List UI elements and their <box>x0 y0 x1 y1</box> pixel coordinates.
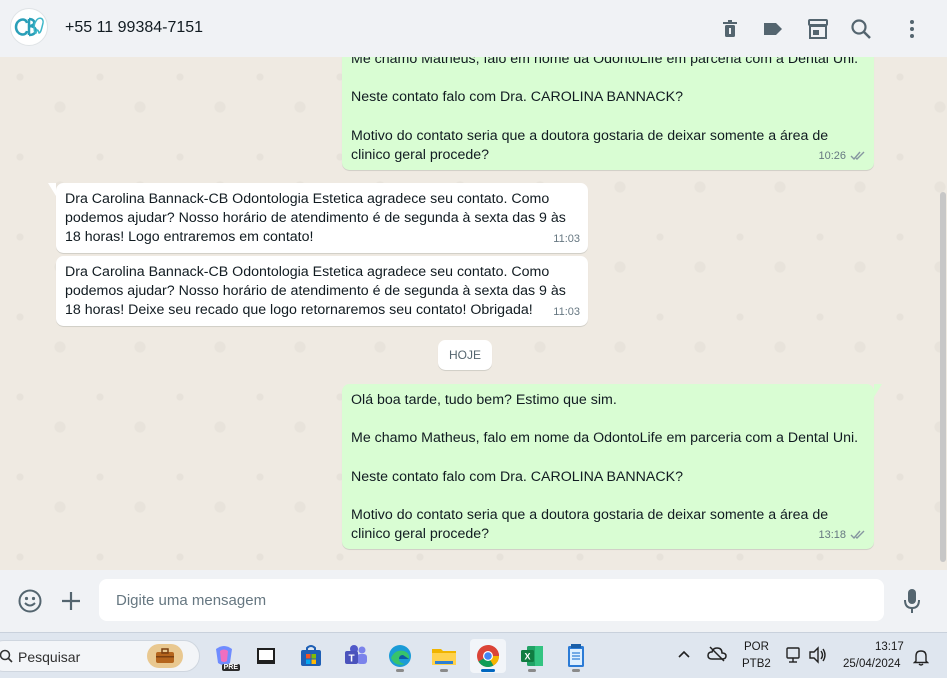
chat-header: +55 11 99384-7151 <box>0 0 947 57</box>
search-label: Pesquisar <box>18 649 81 665</box>
message-input[interactable] <box>99 579 884 621</box>
teams-icon[interactable]: T <box>338 639 374 673</box>
file-explorer-icon[interactable] <box>426 639 462 673</box>
double-check-icon <box>850 530 865 540</box>
message-meta: 11:03 <box>553 303 580 322</box>
keyboard-layout-indicator[interactable]: PTB2 <box>742 658 771 670</box>
running-indicator <box>440 669 448 672</box>
microphone-icon[interactable] <box>897 586 927 616</box>
chevron-up-icon[interactable] <box>677 647 691 666</box>
running-indicator <box>572 669 580 672</box>
message-time: 10:26 <box>818 149 846 162</box>
bubble-tail <box>48 183 56 196</box>
svg-text:X: X <box>524 652 530 662</box>
avatar-logo-icon <box>14 17 44 37</box>
copilot-icon[interactable]: PRE <box>206 639 242 673</box>
running-indicator <box>528 669 536 672</box>
message-composer <box>0 570 947 632</box>
running-indicator <box>396 669 404 672</box>
excel-icon[interactable]: X <box>514 639 550 673</box>
label-icon[interactable] <box>758 14 788 44</box>
notification-bell-icon[interactable] <box>912 648 930 671</box>
double-check-icon <box>850 151 865 161</box>
network-icon[interactable] <box>785 646 803 669</box>
bubble-tail <box>874 384 882 397</box>
message-meta: 13:18 <box>818 526 866 545</box>
edge-icon[interactable] <box>382 639 418 673</box>
notepad-icon[interactable] <box>558 639 594 673</box>
microsoft-store-icon[interactable] <box>293 639 329 673</box>
message-time: 11:03 <box>553 232 580 245</box>
store-icon[interactable] <box>803 14 833 44</box>
date-divider: HOJE <box>438 340 492 370</box>
search-icon <box>0 649 13 663</box>
menu-icon[interactable] <box>897 14 927 44</box>
clock-date[interactable]: 25/04/2024 <box>843 658 901 670</box>
search-icon[interactable] <box>846 14 876 44</box>
taskbar-search[interactable]: Pesquisar <box>0 640 200 672</box>
message-text: Dra Carolina Bannack-CB Odontologia Este… <box>65 264 566 319</box>
svg-text:T: T <box>348 654 354 665</box>
message-outgoing[interactable]: Me chamo Matheus, falo em nome da Odonto… <box>342 57 874 170</box>
message-meta: 11:03 <box>553 230 580 249</box>
language-indicator[interactable]: POR <box>744 641 769 653</box>
message-time: 11:03 <box>553 305 580 318</box>
contact-name[interactable]: +55 11 99384-7151 <box>65 19 203 37</box>
message-text: Me chamo Matheus, falo em nome da Odonto… <box>351 57 859 164</box>
chrome-icon[interactable] <box>470 639 506 673</box>
message-time: 13:18 <box>818 528 846 541</box>
message-incoming[interactable]: Dra Carolina Bannack-CB Odontologia Este… <box>48 183 588 253</box>
trash-icon[interactable] <box>715 14 745 44</box>
cloud-offline-icon[interactable] <box>707 645 727 668</box>
message-incoming[interactable]: Dra Carolina Bannack-CB Odontologia Este… <box>56 256 588 326</box>
app-window-icon[interactable] <box>248 639 284 673</box>
emoji-icon[interactable] <box>15 586 45 616</box>
clock-time[interactable]: 13:17 <box>875 641 904 653</box>
running-indicator <box>481 669 495 672</box>
message-meta: 10:26 <box>818 147 866 166</box>
chat-scrollbar[interactable] <box>940 192 946 562</box>
message-outgoing[interactable]: Olá boa tarde, tudo bem? Estimo que sim.… <box>342 384 882 549</box>
briefcase-icon <box>147 644 183 668</box>
message-text: Olá boa tarde, tudo bem? Estimo que sim.… <box>351 392 859 543</box>
message-list[interactable]: Me chamo Matheus, falo em nome da Odonto… <box>0 57 947 570</box>
windows-taskbar: Pesquisar PRE T X POR PTB2 13:17 25/04/2… <box>0 632 947 678</box>
attach-plus-icon[interactable] <box>56 586 86 616</box>
volume-icon[interactable] <box>808 646 828 669</box>
message-text: Dra Carolina Bannack-CB Odontologia Este… <box>65 191 566 246</box>
copilot-badge: PRE <box>221 664 240 671</box>
contact-avatar[interactable] <box>10 8 48 46</box>
